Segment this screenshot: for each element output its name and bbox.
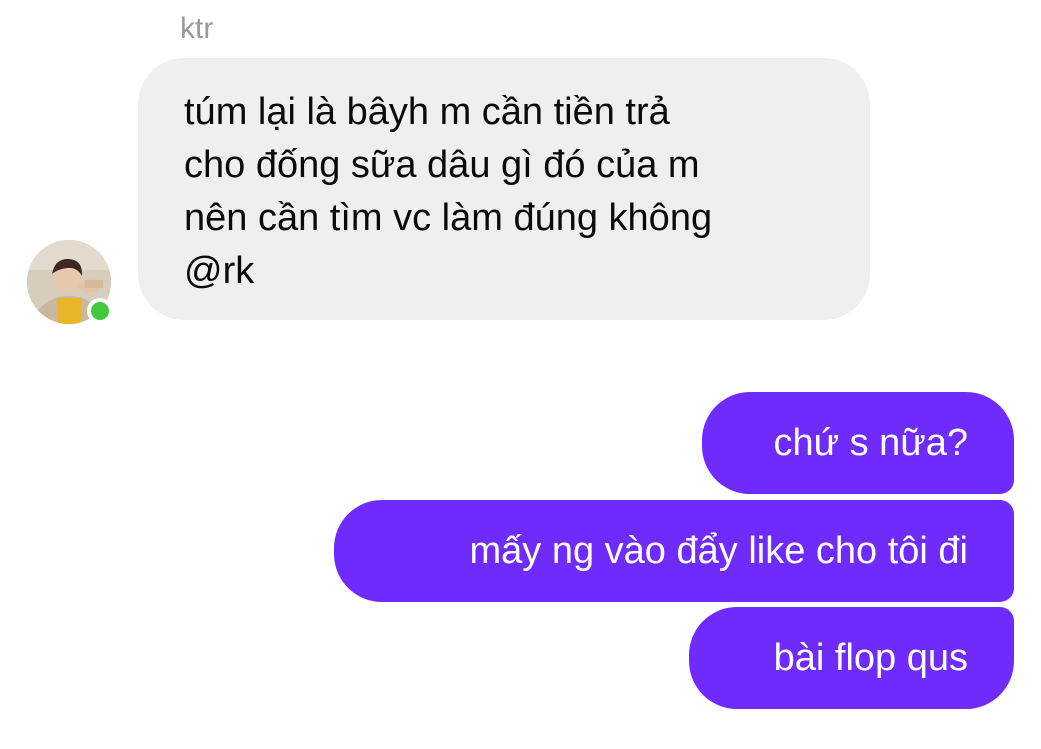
outgoing-message-text: chứ s nữa? [773,422,968,464]
sender-avatar-container[interactable] [27,240,113,324]
outgoing-message-text: bài flop qus [773,637,968,679]
outgoing-message-bubble[interactable]: mấy ng vào đẩy like cho tôi đi [334,500,1014,602]
outgoing-message-bubble[interactable]: bài flop qus [689,607,1014,709]
sender-name: ktr [180,12,214,45]
incoming-message-bubble[interactable]: túm lại là bâyh m cần tiền trả cho đống … [138,58,870,320]
online-status-icon [87,298,113,324]
outgoing-message-text: mấy ng vào đẩy like cho tôi đi [469,530,969,572]
outgoing-message-bubble[interactable]: chứ s nữa? [702,392,1014,494]
